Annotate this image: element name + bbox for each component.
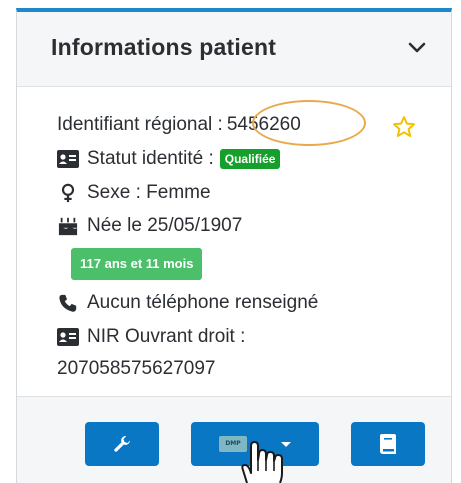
sex-value: Sexe : Femme xyxy=(87,182,211,203)
card-header[interactable]: Informations patient xyxy=(17,12,451,87)
regional-id-row: Identifiant régional : 5456260 xyxy=(57,114,301,136)
age-badge: 117 ans et 11 mois xyxy=(71,248,203,280)
book-icon xyxy=(380,434,396,454)
dmp-logo: DMP xyxy=(219,436,247,452)
sex-row: Sexe : Femme xyxy=(57,182,211,204)
venus-icon xyxy=(61,183,75,203)
phone-row: Aucun téléphone renseigné xyxy=(57,292,318,314)
identity-status-label: Statut identité : xyxy=(87,148,214,169)
identity-status-row: Statut identité : Qualifiée xyxy=(57,148,281,170)
nir-label: NIR Ouvrant droit : xyxy=(87,326,246,347)
star-icon[interactable] xyxy=(392,115,416,139)
birthday-cake-icon xyxy=(58,217,78,236)
birth-date: Née le 25/05/1907 xyxy=(87,215,243,236)
phone-value: Aucun téléphone renseigné xyxy=(87,292,319,313)
card-footer: DMP xyxy=(17,397,451,483)
screenshot-frame: Informations patient Identifiant régiona… xyxy=(0,0,461,483)
nir-value-row: 207058575627097 xyxy=(57,358,216,380)
phone-icon xyxy=(59,294,77,312)
id-card-icon xyxy=(57,150,79,168)
patient-info-card: Informations patient Identifiant régiona… xyxy=(16,8,452,483)
patient-details: Identifiant régional : 5456260 Statut id… xyxy=(17,88,451,393)
regional-id-value: 5456260 xyxy=(226,114,301,135)
caret-down-icon xyxy=(281,441,291,447)
regional-id-label: Identifiant régional : xyxy=(57,114,223,135)
card-title: Informations patient xyxy=(51,34,277,60)
dmp-dropdown-button[interactable]: DMP xyxy=(191,422,319,466)
tools-button[interactable] xyxy=(85,422,159,466)
birth-row: Née le 25/05/1907 xyxy=(57,215,242,237)
chevron-down-icon[interactable] xyxy=(405,36,429,60)
identity-status-badge: Qualifiée xyxy=(219,149,281,169)
wrench-icon xyxy=(114,436,130,452)
nir-value: 207058575627097 xyxy=(57,358,216,379)
id-card-icon xyxy=(57,328,79,346)
nir-row: NIR Ouvrant droit : xyxy=(57,326,245,348)
records-button[interactable] xyxy=(351,422,425,466)
